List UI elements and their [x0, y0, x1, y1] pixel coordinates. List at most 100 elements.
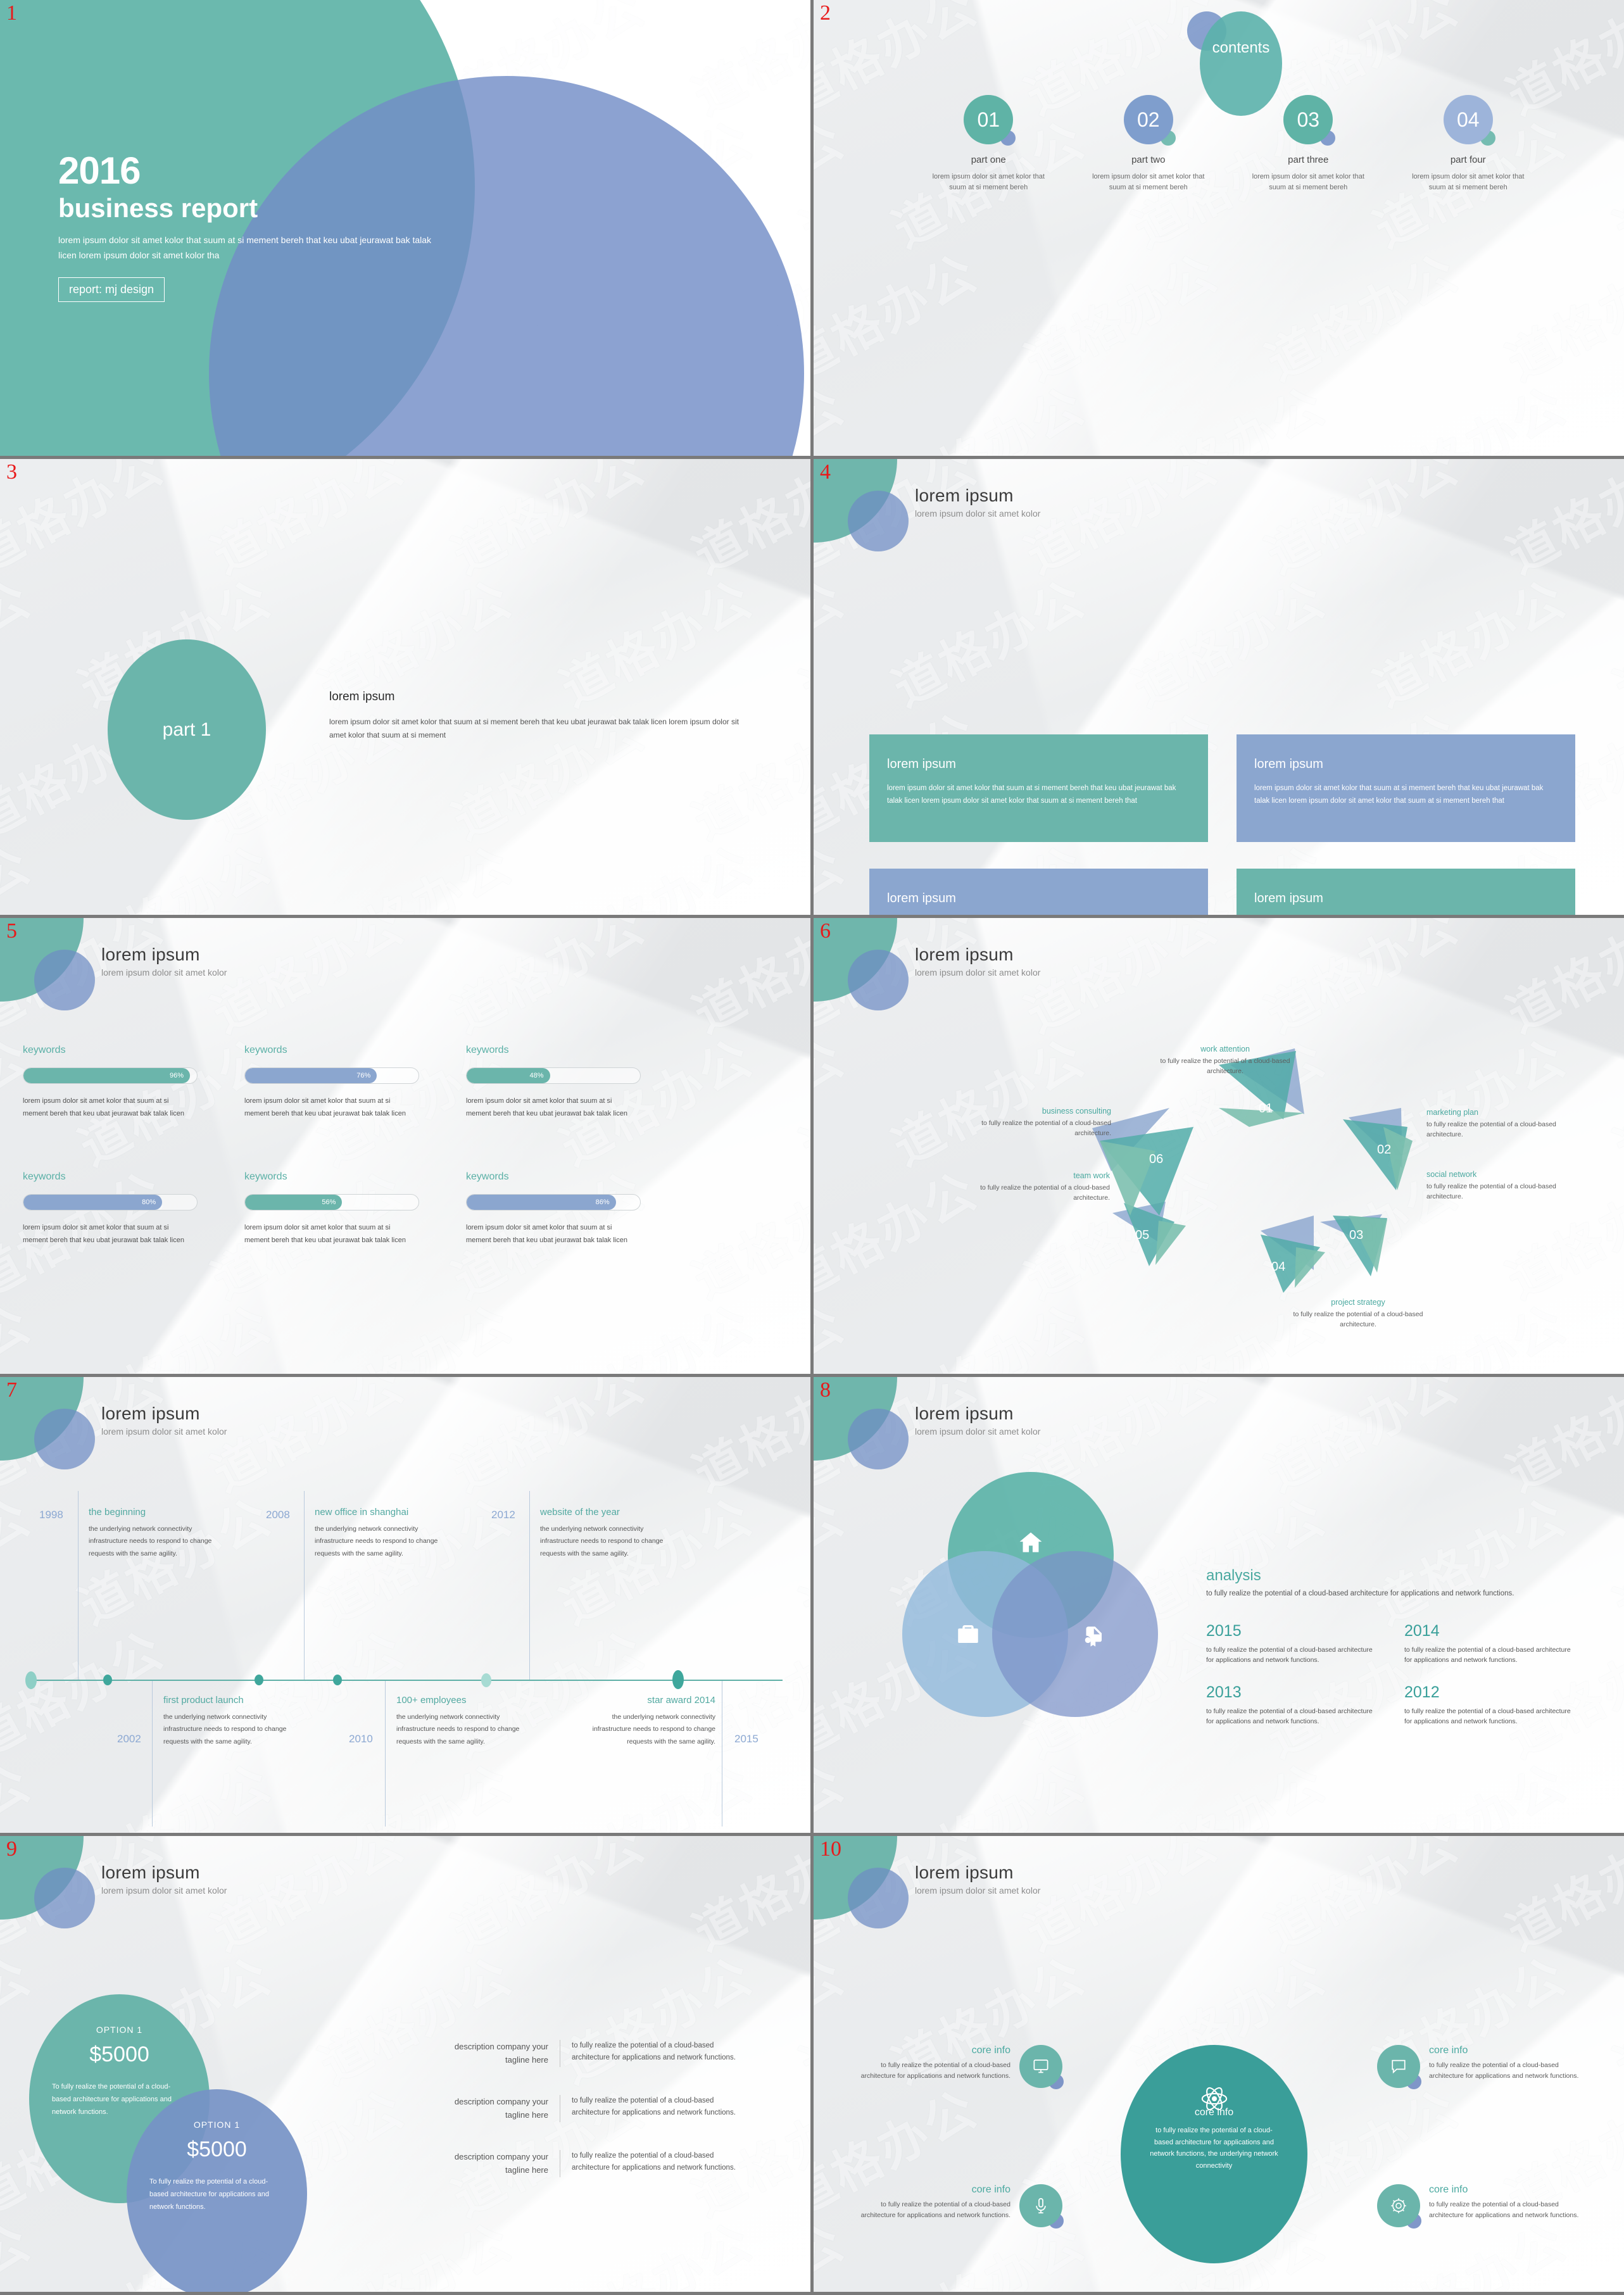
slide-5[interactable]: 道格办公 道格办公 道格办公 道格办公 道格办公 道格办公 道格办公 道格办公 道格办公 道格办公… — [0, 918, 810, 1374]
timeline-desc: the underlying network connectivity infr… — [89, 1525, 212, 1557]
card-2[interactable]: lorem ipsum lorem ipsum dolor sit amet k… — [1237, 734, 1575, 842]
timeline-title: 100+ employees — [396, 1695, 467, 1706]
watermark-text: 道格办公 — [814, 1488, 854, 1636]
watermark-text: 道格办公 — [444, 459, 655, 585]
progress-track: 56% — [244, 1194, 419, 1210]
option-desc: To fully realize the potential of a clou… — [149, 2178, 269, 2211]
timeline-desc: the underlying network connectivity infr… — [592, 1713, 715, 1745]
watermark-text: 道格办公 — [0, 570, 41, 718]
card-3[interactable]: lorem ipsum lorem ipsum dolor sit amet k… — [869, 869, 1208, 915]
keyword-item-6: keywords 86% lorem ipsum dolor sit amet … — [466, 1171, 675, 1298]
watermark-text: 道格办公 — [311, 2213, 522, 2292]
header-blue-circle — [848, 1409, 909, 1469]
timeline-connector — [529, 1491, 530, 1680]
contents-item-01[interactable]: 01 part one lorem ipsum dolor sit amet k… — [909, 95, 1069, 193]
option-label: OPTION 1 — [193, 2120, 241, 2130]
keyword-label: keywords — [466, 1171, 509, 1182]
cycle-title: team work — [1073, 1171, 1110, 1180]
core-info-item-1[interactable]: core info to fully realize the potential… — [844, 2045, 1064, 2089]
watermark-text: 道格办公 — [792, 1295, 810, 1374]
slide-number: 2 — [820, 1, 831, 25]
progress-fill: 86% — [467, 1195, 616, 1210]
watermark-text: 道格办公 — [1017, 244, 1228, 392]
slide-number: 1 — [6, 1, 17, 25]
card-1[interactable]: lorem ipsum lorem ipsum dolor sit amet k… — [869, 734, 1208, 842]
pricing-row-desc: to fully realize the potential of a clou… — [572, 2096, 736, 2116]
timeline-title: first product launch — [163, 1695, 244, 1706]
watermark-text: 道格办公 — [1257, 244, 1468, 392]
pricing-row-1: description company your tagline here to… — [443, 2026, 747, 2081]
contents-number-03: 03 — [1283, 95, 1333, 144]
cycle-number-03: 03 — [1349, 1228, 1364, 1242]
cycle-desc: to fully realize the potential of a clou… — [1426, 1121, 1556, 1139]
core-info-title: core info — [971, 2045, 1010, 2056]
slide-4[interactable]: 道格办公 道格办公 道格办公 道格办公 道格办公 道格办公 道格办公 道格办公 道格办公 道格办公… — [814, 459, 1624, 915]
watermark-text: 道格办公 — [792, 2213, 810, 2292]
analysis-cell-2013: 2013 to fully realize the potential of a… — [1206, 1683, 1382, 1727]
contents-item-04[interactable]: 04 part four lorem ipsum dolor sit amet … — [1388, 95, 1549, 193]
core-info-item-4[interactable]: core info to fully realize the potential… — [1377, 2184, 1596, 2229]
slide-7[interactable]: 道格办公 道格办公 道格办公 道格办公 道格办公 道格办公 道格办公 道格办公 道格办公 道格办公… — [0, 1377, 810, 1833]
watermark-layer-7: 道格办公 道格办公 道格办公 道格办公 道格办公 道格办公 道格办公 道格办公 道格办公 道格办公… — [0, 1377, 810, 1833]
pricing-row-3: description company your tagline here to… — [443, 2136, 747, 2191]
keyword-item-3: keywords 48% lorem ipsum dolor sit amet … — [466, 1045, 675, 1171]
slide-10[interactable]: 道格办公 道格办公 道格办公 道格办公 道格办公 道格办公 道格办公 道格办公 道格办公 道格办公… — [814, 1836, 1624, 2292]
speech-bubble-icon — [1377, 2045, 1420, 2088]
cycle-title: project strategy — [1331, 1298, 1385, 1307]
contents-item-03[interactable]: 03 part three lorem ipsum dolor sit amet… — [1228, 95, 1388, 193]
watermark-text: 道格办公 — [0, 836, 41, 915]
header-blue-circle — [848, 1868, 909, 1928]
watermark-text: 道格办公 — [551, 1295, 762, 1374]
page-title: lorem ipsum — [101, 1863, 200, 1882]
contents-number-01: 01 — [964, 95, 1014, 144]
keyword-desc: lorem ipsum dolor sit amet kolor that su… — [466, 1097, 627, 1117]
title-block: 2016 business report lorem ipsum dolor s… — [58, 152, 451, 302]
slide-2[interactable]: 道格办公 道格办公 道格办公 道格办公 道格办公 道格办公 道格办公 道格办公 道格办公 道格办公… — [814, 0, 1624, 456]
analysis-block: analysis to fully realize the potential … — [1206, 1567, 1580, 1726]
contents-part-desc: lorem ipsum dolor sit amet kolor that su… — [1252, 173, 1364, 192]
header-blue-circle — [34, 950, 95, 1010]
slide-number: 9 — [6, 1837, 17, 1861]
core-info-item-2[interactable]: core info to fully realize the potential… — [1377, 2045, 1596, 2089]
pricing-option-2[interactable]: OPTION 1 $5000 To fully realize the pote… — [127, 2089, 307, 2292]
slide-6[interactable]: 道格办公 道格办公 道格办公 道格办公 道格办公 道格办公 道格办公 道格办公 道格办公 道格办公… — [814, 918, 1624, 1374]
header-text: lorem ipsum lorem ipsum dolor sit amet k… — [915, 1863, 1040, 1896]
analysis-year: 2012 — [1404, 1683, 1440, 1701]
title-desc: lorem ipsum dolor sit amet kolor that su… — [58, 235, 432, 260]
watermark-text: 道格办公 — [1365, 1754, 1576, 1833]
card-grid: lorem ipsum lorem ipsum dolor sit amet k… — [869, 734, 1575, 915]
slide-9[interactable]: 道格办公 道格办公 道格办公 道格办公 道格办公 道格办公 道格办公 道格办公 道格办公 道格办公… — [0, 1836, 810, 2292]
watermark-text: 道格办公 — [1606, 1754, 1624, 1833]
page-subtitle: lorem ipsum dolor sit amet kolor — [101, 1885, 227, 1896]
watermark-text: 道格办公 — [1606, 570, 1624, 718]
timeline-event-shanghai: new office in shanghai the underlying ne… — [315, 1507, 448, 1560]
cycle-label-social-network: social network to fully realize the pote… — [1426, 1170, 1559, 1202]
timeline-year-2012: 2012 — [491, 1509, 515, 1521]
watermark-text: 道格办公 — [1365, 570, 1576, 718]
slide-3[interactable]: 道格办公 道格办公 道格办公 道格办公 道格办公 道格办公 道格办公 道格办公 道格办公 道格办公… — [0, 459, 810, 915]
card-desc: lorem ipsum dolor sit amet kolor that su… — [887, 784, 1176, 805]
contents-part-label: part three — [1288, 154, 1329, 165]
slide-1[interactable]: 道格办公道格办公道格办公道格办公道格办公道格办公道格办公道格办公道格办公道格办公… — [0, 0, 810, 456]
progress-track: 80% — [23, 1194, 198, 1210]
slide-thumbnail-grid: 道格办公道格办公道格办公道格办公道格办公道格办公道格办公道格办公道格办公道格办公… — [0, 0, 1624, 2295]
progress-track: 86% — [466, 1194, 641, 1210]
watermark-text: 道格办公 — [684, 1162, 810, 1310]
card-4[interactable]: lorem ipsum lorem ipsum dolor sit amet k… — [1237, 869, 1575, 915]
timeline-event-beginning: the beginning the underlying network con… — [89, 1507, 222, 1560]
watermark-text: 道格办公 — [1124, 1754, 1335, 1833]
timeline-connector — [385, 1681, 386, 1827]
core-info-item-3[interactable]: core info to fully realize the potential… — [844, 2184, 1064, 2229]
gear-icon — [1377, 2184, 1420, 2227]
slide-number: 6 — [820, 919, 831, 943]
header-text: lorem ipsum lorem ipsum dolor sit amet k… — [915, 486, 1040, 519]
section-circle: part 1 — [108, 639, 266, 820]
page-subtitle: lorem ipsum dolor sit amet kolor — [101, 967, 227, 978]
keyword-desc: lorem ipsum dolor sit amet kolor that su… — [466, 1224, 627, 1244]
watermark-text: 道格办公 — [1017, 459, 1228, 585]
slide-8[interactable]: 道格办公 道格办公 道格办公 道格办公 道格办公 道格办公 道格办公 道格办公 道格办公 道格办公… — [814, 1377, 1624, 1833]
pricing-row-desc: to fully realize the potential of a clou… — [572, 2042, 736, 2061]
microphone-icon — [1019, 2184, 1062, 2227]
contents-item-02[interactable]: 02 part two lorem ipsum dolor sit amet k… — [1069, 95, 1229, 193]
core-info-title: core info — [971, 2184, 1010, 2195]
